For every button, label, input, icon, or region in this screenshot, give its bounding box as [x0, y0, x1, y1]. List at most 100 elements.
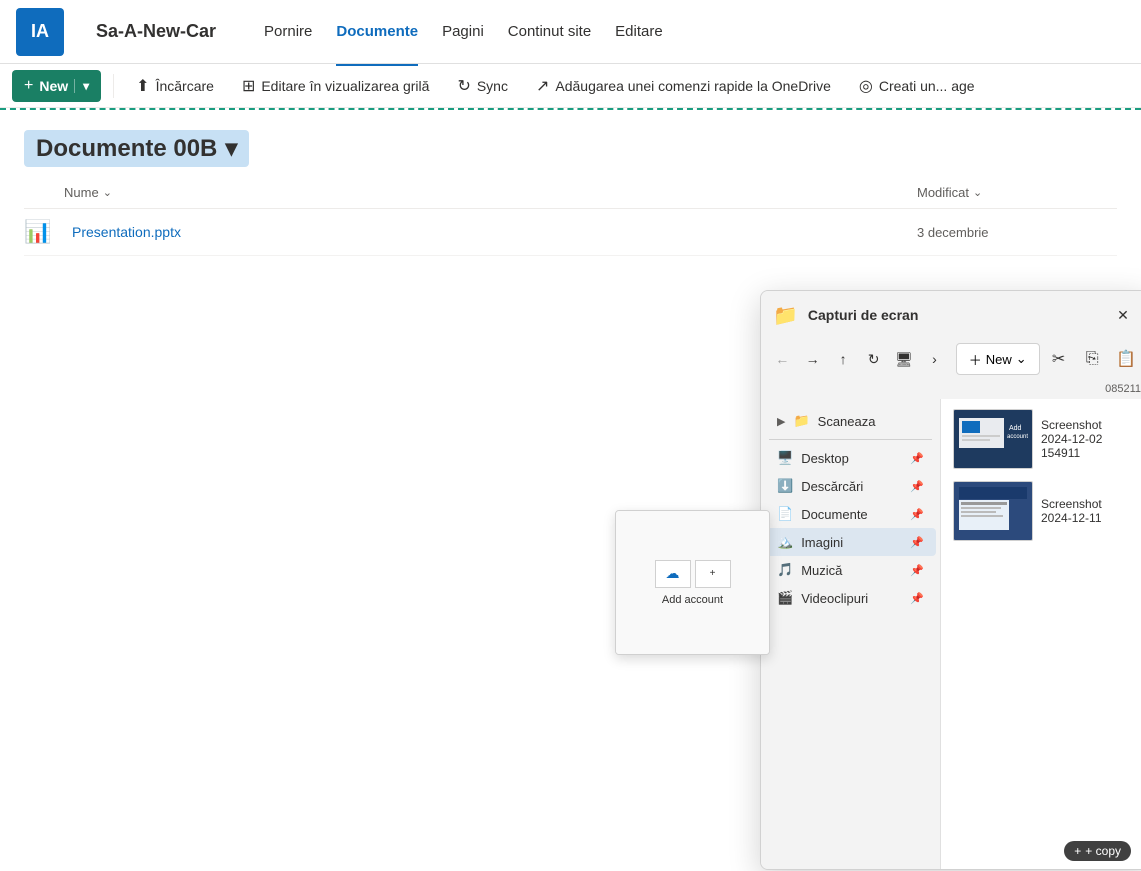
nav-editare[interactable]: Editare — [615, 19, 663, 44]
sort-name-icon: ⌄ — [103, 186, 112, 199]
sidebar-item-videoclipuri[interactable]: 🎬 Videoclipuri 📌 — [765, 584, 936, 612]
app-logo: IA — [16, 8, 64, 56]
explorer-main: Add account Screenshot2024-12-02154911 — [941, 399, 1141, 869]
explorer-new-button[interactable]: ＋ New ⌄ — [956, 343, 1040, 375]
images-icon: 🏔️ — [777, 534, 793, 550]
chevron-right-icon: ▶ — [777, 415, 785, 428]
copy-badge: + + copy — [1064, 841, 1131, 861]
cloud-icon: ☁ — [666, 565, 680, 582]
expand-button[interactable]: › — [921, 343, 947, 375]
screenshot1-item[interactable]: Add account Screenshot2024-12-02154911 — [941, 403, 1141, 475]
nav-continut-site[interactable]: Continut site — [508, 19, 591, 44]
breadcrumb[interactable]: Documente 00B ▾ — [24, 130, 249, 167]
top-header: IA Sa-A-New-Car Pornire Documente Pagini… — [0, 0, 1141, 64]
sort-modified-icon: ⌄ — [973, 186, 982, 199]
explorer-toolbar: ← → ↑ ↻ 🖥 › ＋ New ⌄ ✂ ⎘ 📋 — [761, 339, 1141, 379]
site-name: Sa-A-New-Car — [96, 21, 216, 42]
create-agent-label: Creati un... age — [879, 78, 975, 94]
explorer-window: 📁 Capturi de ecran ✕ ← → ↑ ↻ 🖥 › ＋ New ⌄… — [760, 290, 1141, 870]
pin-icon-muzica: 📌 — [910, 564, 924, 577]
sidebar-item-desktop[interactable]: 🖥️ Desktop 📌 — [765, 444, 936, 472]
explorer-content: ▶ 📁 Scaneaza 🖥️ Desktop 📌 ⬇️ Descărcări … — [761, 399, 1141, 869]
onedrive-icon: ↗ — [536, 76, 549, 96]
explorer-close-button[interactable]: ✕ — [1109, 301, 1137, 329]
upload-icon: ⬆ — [136, 76, 149, 96]
sidebar-label-documente: Documente — [801, 507, 867, 522]
chevron-down-icon: ▾ — [74, 79, 89, 93]
sidebar-label-videoclipuri: Videoclipuri — [801, 591, 868, 606]
sidebar-item-documente[interactable]: 📄 Documente 📌 — [765, 500, 936, 528]
explorer-title: Capturi de ecran — [808, 307, 1099, 323]
breadcrumb-chevron-icon: ▾ — [225, 134, 237, 163]
file-modified-cell: 3 decembrie — [917, 225, 1117, 240]
add-onedrive-label: Adăugarea unei comenzi rapide la OneDriv… — [555, 78, 831, 94]
explorer-folder-icon: 📁 — [773, 303, 798, 328]
sync-button[interactable]: ↻ Sync — [447, 70, 518, 102]
nav-documente[interactable]: Documente — [336, 19, 418, 44]
new-button[interactable]: + New ▾ — [12, 70, 101, 102]
new-button-label: New — [39, 78, 68, 94]
sidebar-label-muzica: Muzică — [801, 563, 842, 578]
monitor-icon: 🖥 — [891, 343, 917, 375]
command-bar: + New ▾ ⬆ Încărcare ⊞ Editare în vizuali… — [0, 64, 1141, 108]
table-row[interactable]: 📊 Presentation.pptx 3 decembrie — [24, 209, 1117, 256]
explorer-new-label: New — [986, 352, 1012, 367]
pin-icon-desktop: 📌 — [910, 452, 924, 465]
nav-pornire[interactable]: Pornire — [264, 19, 312, 44]
separator — [113, 74, 114, 98]
pptx-icon: 📊 — [24, 219, 51, 244]
explorer-small-text: 085211 — [761, 379, 1141, 399]
file-name-cell[interactable]: Presentation.pptx — [64, 224, 917, 240]
breadcrumb-area: Documente 00B ▾ — [0, 110, 1141, 177]
download-icon: ⬇️ — [777, 478, 793, 494]
back-button[interactable]: ← — [769, 343, 795, 375]
nav-bar: Pornire Documente Pagini Continut site E… — [264, 19, 1125, 44]
pin-icon-videoclipuri: 📌 — [910, 592, 924, 605]
screenshot2-item[interactable]: Screenshot2024-12-11 — [941, 475, 1141, 547]
create-agent-button[interactable]: ◎ Creati un... age — [849, 70, 985, 102]
sidebar-item-descarcari[interactable]: ⬇️ Descărcări 📌 — [765, 472, 936, 500]
plus-new-icon: ＋ — [969, 350, 982, 369]
folder-icon: 📁 — [793, 413, 809, 429]
upload-button[interactable]: ⬆ Încărcare — [126, 70, 224, 102]
file-list-header: Nume ⌄ Modificat ⌄ — [24, 177, 1117, 209]
screenshot1-thumb: Add account — [953, 409, 1033, 469]
upload-label: Încărcare — [156, 78, 214, 94]
sync-icon: ↻ — [457, 76, 470, 96]
drag-preview: ☁ + Add account — [615, 510, 770, 655]
copy-plus-icon: + — [1074, 844, 1081, 858]
svg-text:Add: Add — [1009, 425, 1022, 432]
sidebar-item-muzica[interactable]: 🎵 Muzică 📌 — [765, 556, 936, 584]
agent-icon: ◎ — [859, 76, 873, 96]
sidebar-item-imagini[interactable]: 🏔️ Imagini 📌 — [765, 528, 936, 556]
copy-label: + copy — [1085, 844, 1121, 858]
video-icon: 🎬 — [777, 590, 793, 606]
sidebar-item-scaneaza[interactable]: ▶ 📁 Scaneaza — [765, 407, 936, 435]
drag-preview-label: Add account — [662, 594, 723, 606]
screenshot1-info: Screenshot2024-12-02154911 — [1041, 418, 1137, 460]
up-button[interactable]: ↑ — [830, 343, 856, 375]
cut-button[interactable]: ✂ — [1044, 343, 1074, 375]
explorer-sidebar: ▶ 📁 Scaneaza 🖥️ Desktop 📌 ⬇️ Descărcări … — [761, 399, 941, 869]
name-col-header[interactable]: Nume ⌄ — [64, 185, 917, 200]
sidebar-label-imagini: Imagini — [801, 535, 843, 550]
modified-col-header[interactable]: Modificat ⌄ — [917, 185, 1117, 200]
nav-pagini[interactable]: Pagini — [442, 19, 484, 44]
music-icon: 🎵 — [777, 562, 793, 578]
sidebar-label-desktop: Desktop — [801, 451, 849, 466]
screenshot2-name: Screenshot2024-12-11 — [1041, 497, 1137, 525]
edit-grid-label: Editare în vizualizarea grilă — [261, 78, 429, 94]
sync-label: Sync — [477, 78, 508, 94]
add-onedrive-button[interactable]: ↗ Adăugarea unei comenzi rapide la OneDr… — [526, 70, 841, 102]
copy-button[interactable]: ⎘ — [1077, 343, 1107, 375]
chevron-new-icon: ⌄ — [1016, 351, 1027, 367]
edit-grid-button[interactable]: ⊞ Editare în vizualizarea grilă — [232, 70, 440, 102]
pin-icon-documente: 📌 — [910, 508, 924, 521]
pin-icon-descarcari: 📌 — [910, 480, 924, 493]
file-type-icon: 📊 — [24, 219, 64, 245]
pin-icon-imagini: 📌 — [910, 536, 924, 549]
refresh-button[interactable]: ↻ — [860, 343, 886, 375]
paste-button[interactable]: 📋 — [1111, 343, 1141, 375]
grid-icon: ⊞ — [242, 76, 255, 96]
forward-button[interactable]: → — [799, 343, 825, 375]
